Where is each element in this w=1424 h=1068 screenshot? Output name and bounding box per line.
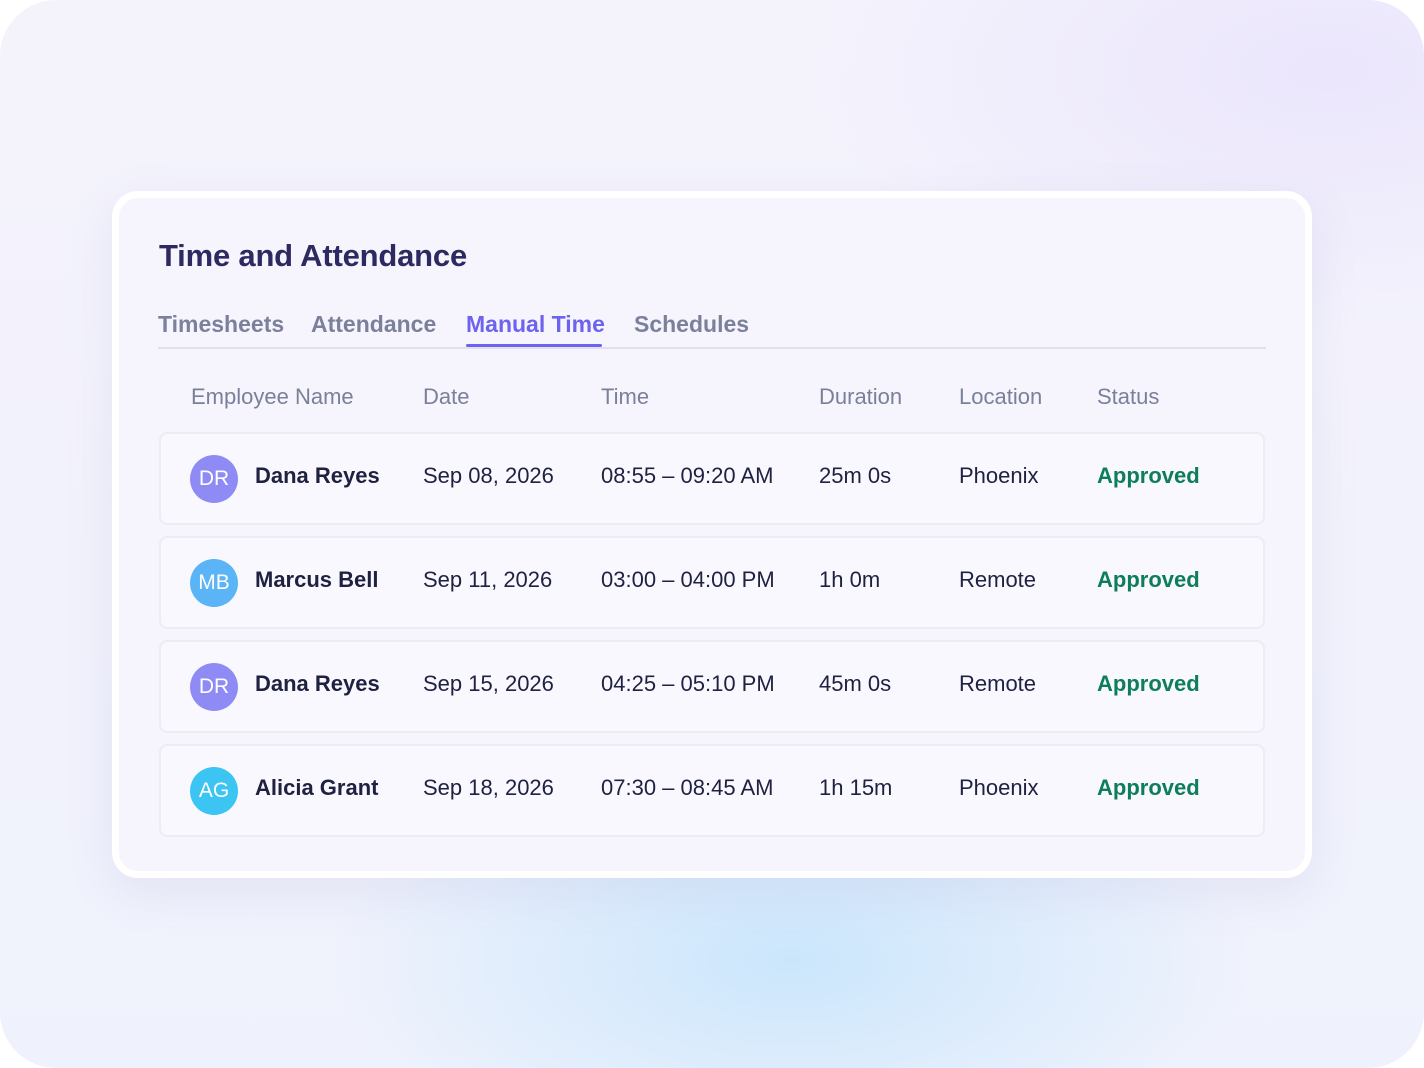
tab-schedules[interactable]: Schedules (634, 311, 749, 338)
status-badge: Approved (1097, 567, 1200, 592)
entry-date: Sep 08, 2026 (423, 463, 554, 488)
status-badge: Approved (1097, 463, 1200, 488)
entry-time-range: 07:30 – 08:45 AM (601, 775, 774, 800)
page-background: Time and Attendance Timesheets Attendanc… (0, 0, 1424, 1068)
tab-bar: Timesheets Attendance Manual Time Schedu… (158, 303, 1266, 349)
employee-name: Dana Reyes (255, 463, 380, 488)
entry-time-range: 03:00 – 04:00 PM (601, 567, 775, 592)
column-header-employee-name[interactable]: Employee Name (191, 384, 354, 410)
table-row[interactable]: MB Marcus Bell Sep 11, 2026 03:00 – 04:0… (159, 536, 1265, 629)
entry-location: Remote (959, 671, 1037, 696)
column-header-location[interactable]: Location (959, 384, 1042, 410)
entry-date: Sep 15, 2026 (423, 671, 554, 696)
tab-attendance[interactable]: Attendance (311, 311, 436, 338)
avatar: DR (190, 455, 238, 503)
avatar: AG (190, 767, 238, 815)
entry-time-range: 08:55 – 09:20 AM (601, 463, 774, 488)
entry-time-range: 04:25 – 05:10 PM (601, 671, 775, 696)
employee-name: Dana Reyes (255, 671, 380, 696)
column-header-time[interactable]: Time (601, 384, 649, 410)
entry-duration: 1h 0m (819, 567, 881, 592)
tab-manual-time[interactable]: Manual Time (466, 311, 605, 338)
table-row[interactable]: AG Alicia Grant Sep 18, 2026 07:30 – 08:… (159, 744, 1265, 837)
entry-location: Remote (959, 567, 1037, 592)
column-header-duration[interactable]: Duration (819, 384, 902, 410)
time-attendance-card: Time and Attendance Timesheets Attendanc… (112, 191, 1312, 878)
active-tab-indicator (466, 344, 602, 347)
entry-duration: 1h 15m (819, 775, 893, 800)
status-badge: Approved (1097, 775, 1200, 800)
entry-date: Sep 18, 2026 (423, 775, 554, 800)
entry-location: Phoenix (959, 463, 1039, 488)
entry-duration: 45m 0s (819, 671, 892, 696)
avatar: DR (190, 663, 238, 711)
entry-location: Phoenix (959, 775, 1039, 800)
table-row[interactable]: DR Dana Reyes Sep 08, 2026 08:55 – 09:20… (159, 432, 1265, 525)
employee-name: Marcus Bell (255, 567, 379, 592)
column-header-date[interactable]: Date (423, 384, 469, 410)
table-row[interactable]: DR Dana Reyes Sep 15, 2026 04:25 – 05:10… (159, 640, 1265, 733)
column-header-status[interactable]: Status (1097, 384, 1159, 410)
entry-date: Sep 11, 2026 (423, 567, 553, 592)
employee-name: Alicia Grant (255, 775, 379, 800)
page-title: Time and Attendance (159, 238, 467, 273)
status-badge: Approved (1097, 671, 1200, 696)
avatar: MB (190, 559, 238, 607)
tab-timesheets[interactable]: Timesheets (158, 311, 284, 338)
entry-duration: 25m 0s (819, 463, 892, 488)
